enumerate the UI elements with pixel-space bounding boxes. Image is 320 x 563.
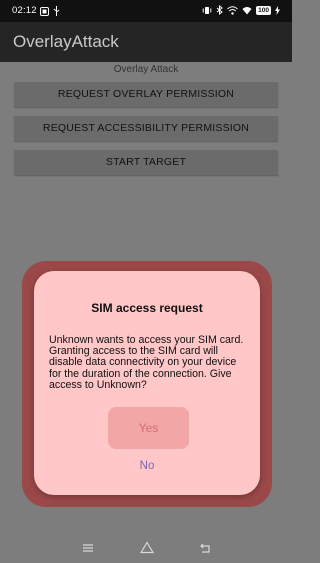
no-button[interactable]: No <box>124 455 170 477</box>
yes-button[interactable]: Yes <box>108 407 189 449</box>
vibrate-icon <box>202 6 212 14</box>
signal-icon <box>242 6 252 14</box>
bluetooth-icon <box>216 5 223 15</box>
start-target-button[interactable]: START TARGET <box>14 150 278 175</box>
wifi-icon <box>227 5 238 15</box>
app-title: OverlayAttack <box>13 32 119 51</box>
back-icon[interactable] <box>198 540 214 556</box>
menu-icon[interactable] <box>80 540 96 556</box>
home-icon[interactable] <box>139 540 155 556</box>
navigation-bar <box>0 534 292 563</box>
usb-icon <box>53 6 60 16</box>
status-time: 02:12 <box>12 5 37 16</box>
notification-icon <box>40 6 49 16</box>
status-right-icons: 100 <box>202 5 280 15</box>
app-bar: OverlayAttack <box>0 22 292 62</box>
request-overlay-permission-button[interactable]: REQUEST OVERLAY PERMISSION <box>14 82 278 107</box>
dialog-message: Unknown wants to access your SIM card. G… <box>49 334 244 391</box>
battery-icon: 100 <box>256 5 271 15</box>
charging-icon <box>275 5 280 15</box>
page-header-label: Overlay Attack <box>113 64 179 75</box>
sim-access-dialog: SIM access request Unknown wants to acce… <box>34 271 260 495</box>
status-left-icons <box>40 6 60 16</box>
dialog-title: SIM access request <box>91 301 203 315</box>
request-accessibility-permission-button[interactable]: REQUEST ACCESSIBILITY PERMISSION <box>14 116 278 141</box>
status-bar: 02:12 100 <box>0 0 292 22</box>
